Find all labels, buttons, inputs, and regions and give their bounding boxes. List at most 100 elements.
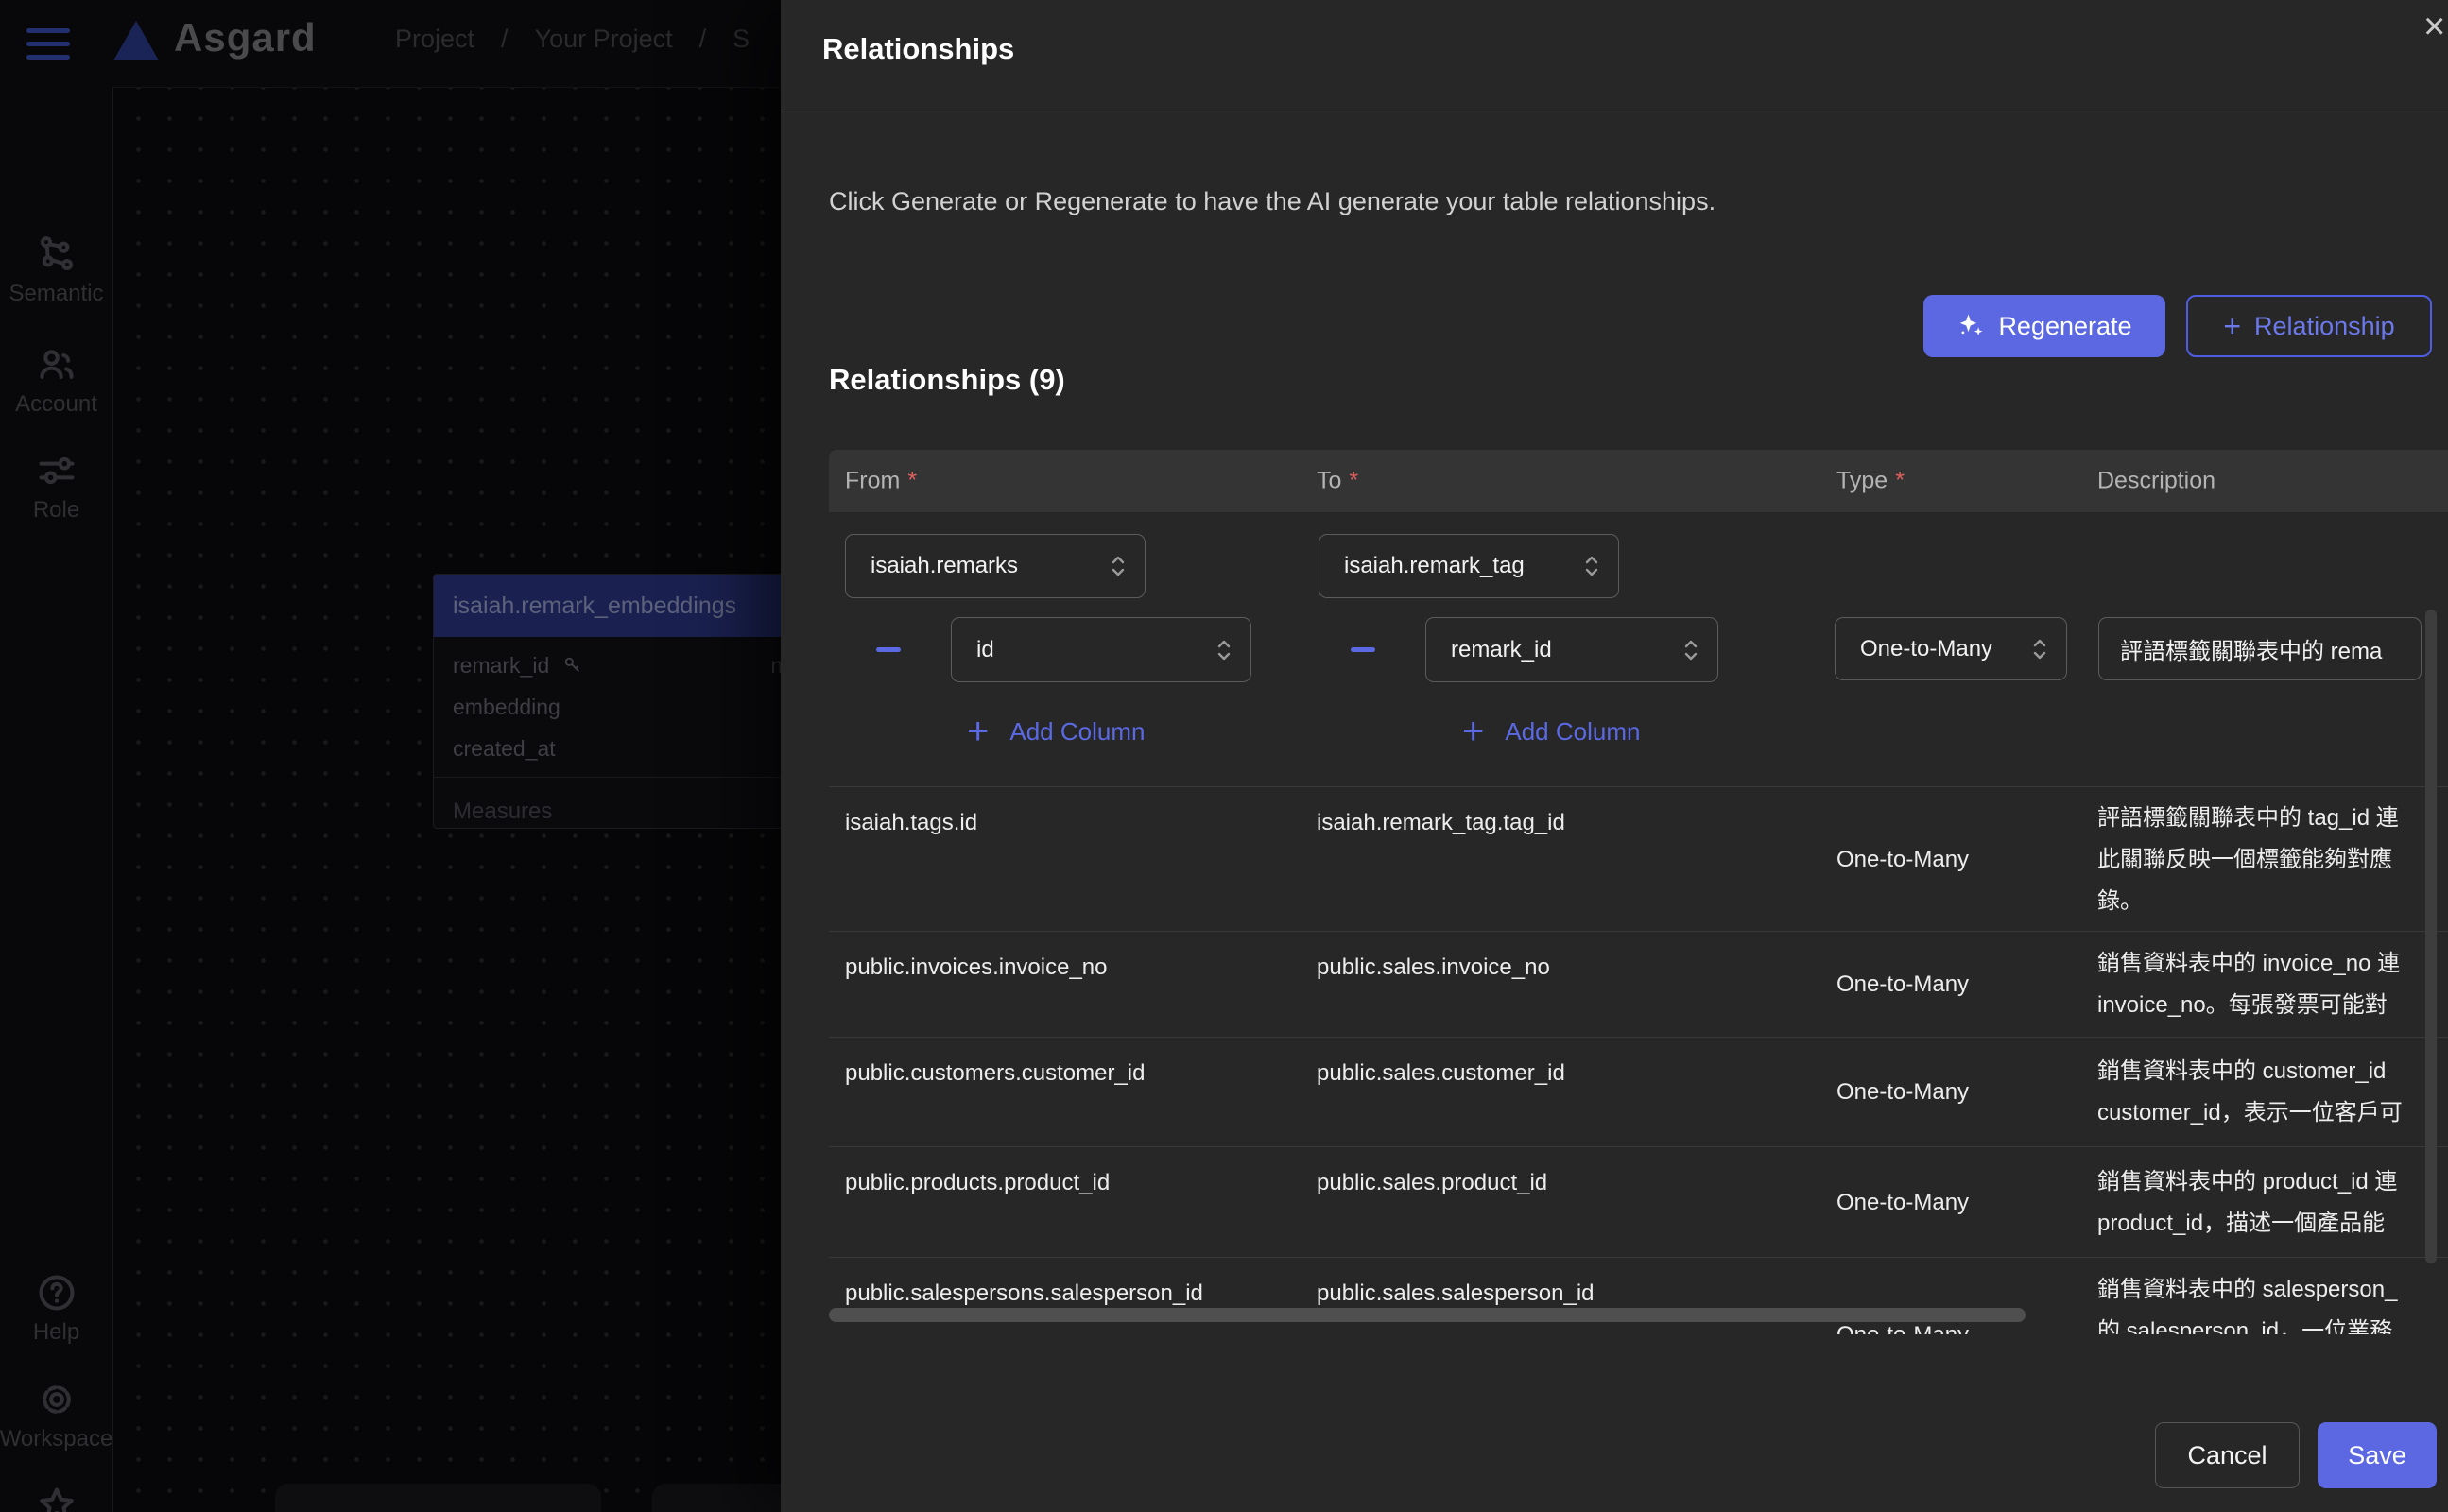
minus-icon — [1351, 647, 1375, 652]
intro-text: Click Generate or Regenerate to have the… — [829, 187, 1715, 216]
from-cell: isaiah.tags.id — [845, 810, 977, 836]
sidebar-item-upgrade[interactable]: Upgrade — [0, 1485, 112, 1512]
to-column-select[interactable]: remark_id — [1425, 617, 1718, 682]
close-icon[interactable]: × — [2423, 8, 2445, 45]
column-header-type: Type* — [1836, 468, 1905, 495]
column-header-description: Description — [2097, 468, 2215, 495]
sidebar-item-workspace[interactable]: Workspace — [0, 1379, 112, 1452]
sidebar-item-label: Help — [33, 1319, 79, 1346]
description-cell: 銷售資料表中的 customer_id customer_id，表示一位客戶可 — [2097, 1051, 2425, 1134]
to-table-select[interactable]: isaiah.remark_tag — [1319, 534, 1619, 598]
chevron-updown-icon — [2030, 636, 2049, 662]
brand-name: Asgard — [174, 15, 317, 60]
from-cell: public.invoices.invoice_no — [845, 954, 1108, 981]
from-cell: public.customers.customer_id — [845, 1060, 1145, 1087]
description-input[interactable]: 評語標籤關聯表中的 rema — [2098, 617, 2422, 680]
sidebar-item-label: Account — [15, 391, 97, 418]
measures-section-label: Measures — [434, 778, 812, 846]
table-node-title: isaiah.remark_embeddings — [434, 575, 812, 637]
add-column-label: Add Column — [1009, 717, 1145, 747]
app-header: Asgard Project / Your Project / S — [0, 0, 781, 88]
breadcrumb: Project / Your Project / S — [395, 25, 750, 54]
from-column-select[interactable]: id — [951, 617, 1251, 682]
from-table-value: isaiah.remarks — [871, 553, 1109, 579]
sparkle-icon — [1957, 312, 1985, 340]
required-asterisk: * — [1349, 468, 1358, 494]
breadcrumb-item-your-project[interactable]: Your Project — [535, 25, 673, 54]
horizontal-scrollbar-thumb[interactable] — [829, 1308, 2026, 1322]
to-cell: public.sales.invoice_no — [1317, 954, 1550, 981]
relationship-row[interactable]: public.salespersons.salesperson_id publi… — [829, 1257, 2448, 1334]
type-cell: One-to-Many — [1836, 1190, 1969, 1216]
users-icon — [36, 344, 78, 386]
cancel-label: Cancel — [2187, 1441, 2267, 1470]
chevron-updown-icon — [1215, 637, 1233, 663]
required-asterisk: * — [1895, 468, 1905, 494]
from-table-select[interactable]: isaiah.remarks — [845, 534, 1146, 598]
description-cell: 銷售資料表中的 product_id 連 product_id，描述一個產品能 — [2097, 1161, 2425, 1245]
table-node-column[interactable]: embedding s — [434, 686, 812, 728]
relationship-row[interactable]: isaiah.tags.id isaiah.remark_tag.tag_id … — [829, 786, 2448, 932]
sidebar-item-label: Workspace — [0, 1426, 112, 1452]
relationships-table: From* To* Type* Description isaiah.remar… — [829, 450, 2448, 1334]
column-header-from: From* — [845, 468, 917, 495]
remove-column-button[interactable] — [1351, 637, 1375, 662]
from-cell: public.products.product_id — [845, 1170, 1110, 1196]
relationship-row[interactable]: public.customers.customer_id public.sale… — [829, 1037, 2448, 1147]
add-relationship-label: Relationship — [2254, 312, 2395, 341]
breadcrumb-item-clipped[interactable]: S — [733, 25, 750, 54]
to-table-value: isaiah.remark_tag — [1344, 553, 1582, 579]
zoom-controls-panel: 84% — [275, 1484, 601, 1512]
column-name: remark_id — [453, 653, 549, 679]
sidebar-item-semantic[interactable]: Semantic — [0, 233, 112, 307]
gear-icon — [36, 1379, 78, 1420]
relationship-row[interactable]: public.invoices.invoice_no public.sales.… — [829, 931, 2448, 1038]
remove-column-button[interactable] — [876, 637, 901, 662]
menu-icon[interactable] — [26, 28, 70, 60]
breadcrumb-separator: / — [699, 25, 707, 54]
relationship-type-value: One-to-Many — [1860, 636, 2030, 662]
sidebar-item-help[interactable]: Help — [0, 1272, 112, 1346]
from-column-value: id — [976, 637, 1215, 663]
sidebar-item-label: Role — [33, 497, 79, 524]
screen: Asgard Project / Your Project / S Semant… — [0, 0, 2448, 1512]
help-circle-icon — [36, 1272, 78, 1314]
column-name: embedding — [453, 695, 560, 720]
description-cell: 銷售資料表中的 invoice_no 連 invoice_no。每張發票可能對 — [2097, 943, 2425, 1026]
to-cell: public.sales.customer_id — [1317, 1060, 1565, 1087]
chevron-updown-icon — [1582, 553, 1601, 579]
sliders-icon — [36, 450, 78, 491]
modal-title: Relationships — [822, 32, 1014, 66]
table-node-column[interactable]: created_at — [434, 728, 812, 769]
from-cell: public.salespersons.salesperson_id — [845, 1280, 1203, 1307]
section-heading: Relationships (9) — [829, 363, 1065, 397]
plus-icon: + — [2223, 309, 2241, 344]
plus-icon: + — [967, 713, 989, 750]
table-header-row: From* To* Type* Description — [829, 450, 2448, 512]
add-relationship-button[interactable]: + Relationship — [2186, 295, 2432, 357]
type-cell: One-to-Many — [1836, 1079, 1969, 1106]
add-column-button[interactable]: + Add Column — [1462, 713, 1640, 750]
to-cell: isaiah.remark_tag.tag_id — [1317, 810, 1565, 836]
to-cell: public.sales.product_id — [1317, 1170, 1547, 1196]
add-column-label: Add Column — [1505, 717, 1640, 747]
sidebar-item-account[interactable]: Account — [0, 344, 112, 418]
save-button[interactable]: Save — [2318, 1422, 2437, 1488]
breadcrumb-item-project[interactable]: Project — [395, 25, 474, 54]
relationship-row[interactable]: public.products.product_id public.sales.… — [829, 1146, 2448, 1258]
chevron-updown-icon — [1109, 553, 1128, 579]
breadcrumb-separator: / — [501, 25, 509, 54]
sidebar-item-role[interactable]: Role — [0, 450, 112, 524]
regenerate-button[interactable]: Regenerate — [1923, 295, 2165, 357]
table-node-column[interactable]: remark_id nu — [434, 644, 812, 686]
relationships-modal: Relationships × Click Generate or Regene… — [781, 0, 2448, 1512]
cancel-button[interactable]: Cancel — [2155, 1422, 2300, 1488]
table-node-remark-embeddings[interactable]: isaiah.remark_embeddings remark_id nu em… — [433, 574, 813, 829]
vertical-scrollbar-thumb[interactable] — [2425, 610, 2437, 1263]
relationship-type-select[interactable]: One-to-Many — [1835, 617, 2067, 680]
sidebar: Semantic Account Role Help — [0, 87, 113, 1512]
primary-key-icon — [562, 655, 583, 676]
save-label: Save — [2348, 1441, 2406, 1470]
column-name: created_at — [453, 736, 556, 762]
add-column-button[interactable]: + Add Column — [967, 713, 1145, 750]
